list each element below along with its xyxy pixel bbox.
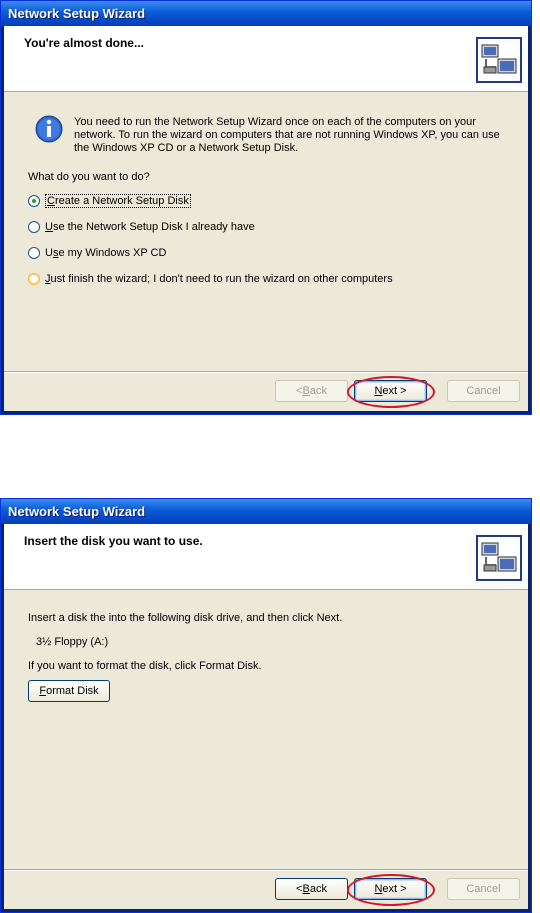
wizard-client: Insert the disk you want to use. Insert … <box>4 524 528 909</box>
format-hint: If you want to format the disk, click Fo… <box>28 660 262 672</box>
info-message: You need to run the Network Setup Wizard… <box>28 115 504 155</box>
info-text: You need to run the Network Setup Wizard… <box>74 116 500 154</box>
wizard-body: Insert a disk the into the following dis… <box>4 612 528 702</box>
footer-separator <box>4 371 528 373</box>
network-computers-icon <box>476 37 522 83</box>
radio-button[interactable] <box>28 195 40 207</box>
back-button[interactable]: < Back <box>275 380 348 402</box>
cancel-button[interactable]: Cancel <box>447 380 520 402</box>
footer-buttons: < Back Next > Cancel <box>269 376 520 408</box>
info-icon <box>35 115 63 143</box>
footer-separator <box>4 869 528 871</box>
radio-button[interactable] <box>28 247 40 259</box>
header-title: Insert the disk you want to use. <box>24 534 203 548</box>
wizard-header: You're almost done... <box>4 26 528 92</box>
back-button[interactable]: < Back <box>275 878 348 900</box>
option-label: Use the Network Setup Disk I already hav… <box>45 221 255 233</box>
drive-label: 3½ Floppy (A:) <box>36 636 109 648</box>
option-label: Just finish the wizard; I don't need to … <box>45 273 393 285</box>
wizard-client: You're almost done... You need to run th… <box>4 26 528 411</box>
format-disk-button[interactable]: Format Disk <box>28 680 110 702</box>
wizard-window-2: Network Setup Wizard Insert the disk you… <box>0 498 532 913</box>
title-bar[interactable]: Network Setup Wizard <box>1 499 531 524</box>
wizard-body: You need to run the Network Setup Wizard… <box>4 115 528 287</box>
wizard-header: Insert the disk you want to use. <box>4 524 528 590</box>
option-label: Use my Windows XP CD <box>45 247 167 259</box>
option-use-existing-disk[interactable]: Use the Network Setup Disk I already hav… <box>28 219 504 235</box>
next-button[interactable]: Next > <box>347 376 435 408</box>
title-bar[interactable]: Network Setup Wizard <box>1 1 531 26</box>
option-just-finish[interactable]: Just finish the wizard; I don't need to … <box>28 271 504 287</box>
cancel-button[interactable]: Cancel <box>447 878 520 900</box>
instruction-text: Insert a disk the into the following dis… <box>28 612 343 624</box>
radio-button[interactable] <box>28 273 40 285</box>
footer-buttons: < Back Next > Cancel <box>269 874 520 906</box>
radio-button[interactable] <box>28 221 40 233</box>
wizard-window-1: Network Setup Wizard You're almost done.… <box>0 0 532 415</box>
header-title: You're almost done... <box>24 36 144 50</box>
option-use-xp-cd[interactable]: Use my Windows XP CD <box>28 245 504 261</box>
next-button[interactable]: Next > <box>347 874 435 906</box>
option-create-disk[interactable]: Create a Network Setup Disk <box>28 193 504 209</box>
option-label: Create a Network Setup Disk <box>45 194 191 208</box>
question-label: What do you want to do? <box>28 171 150 183</box>
network-computers-icon <box>476 535 522 581</box>
